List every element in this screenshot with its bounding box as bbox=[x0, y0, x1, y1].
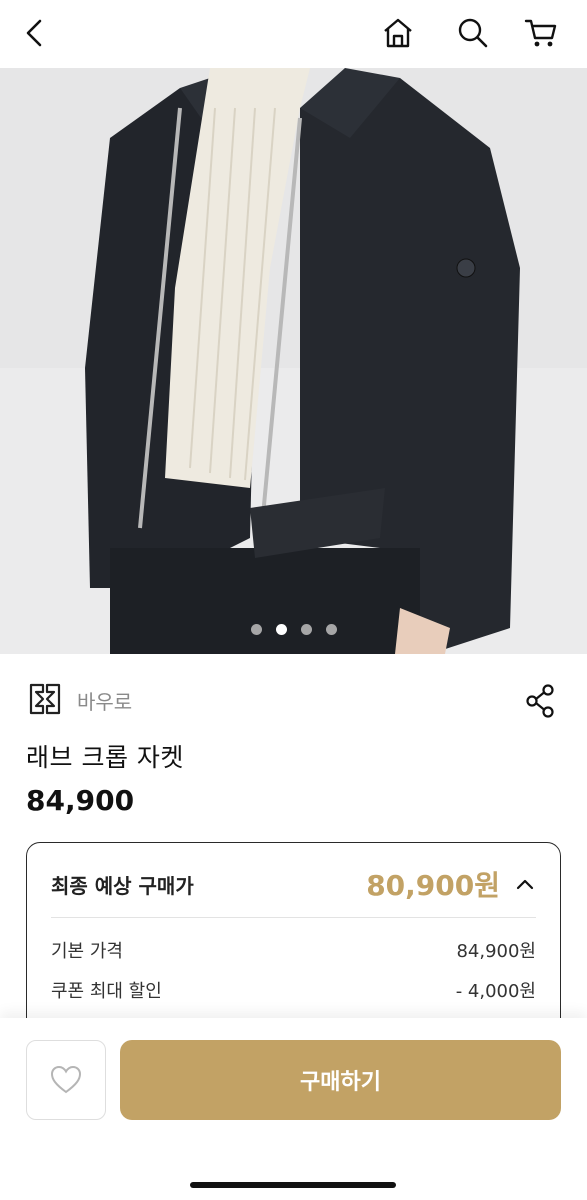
product-image-carousel[interactable] bbox=[0, 68, 587, 654]
home-button[interactable] bbox=[377, 12, 419, 54]
carousel-dot[interactable] bbox=[275, 624, 287, 635]
chevron-up-icon bbox=[516, 879, 534, 890]
search-button[interactable] bbox=[452, 12, 494, 54]
home-indicator bbox=[190, 1182, 396, 1188]
carousel-dot[interactable] bbox=[325, 624, 337, 635]
product-price: 84,900 bbox=[26, 784, 135, 817]
base-price-value: 84,900원 bbox=[456, 941, 536, 962]
final-price-label: 최종 예상 구매가 bbox=[51, 874, 194, 898]
collapse-toggle-button[interactable] bbox=[508, 867, 542, 901]
carousel-dot[interactable] bbox=[250, 624, 262, 635]
product-name: 래브 크롭 자켓 bbox=[26, 743, 184, 772]
product-detail-page: 바우로 래브 크롭 자켓 84,900 최종 예상 구매가 80,900원 기본… bbox=[0, 0, 587, 1200]
product-photo bbox=[0, 68, 587, 654]
brand-row[interactable]: 바우로 bbox=[0, 672, 587, 728]
search-icon bbox=[458, 18, 488, 48]
price-summary-card: 최종 예상 구매가 80,900원 기본 가격 84,900원 쿠폰 최대 할인… bbox=[26, 842, 561, 1042]
base-price-label: 기본 가격 bbox=[51, 941, 123, 962]
final-price-value: 80,900원 bbox=[366, 869, 500, 902]
coupon-discount-value: - 4,000원 bbox=[455, 981, 536, 1002]
divider bbox=[51, 917, 536, 918]
cart-button[interactable] bbox=[520, 12, 562, 54]
coupon-discount-label: 쿠폰 최대 할인 bbox=[51, 981, 162, 1002]
bottom-action-bar: 구매하기 bbox=[0, 1018, 587, 1200]
carousel-pagination bbox=[0, 624, 587, 635]
cart-icon bbox=[524, 19, 557, 47]
brand-name[interactable]: 바우로 bbox=[77, 686, 132, 715]
chevron-left-icon bbox=[26, 19, 42, 47]
carousel-dot[interactable] bbox=[300, 624, 312, 635]
heart-icon bbox=[50, 1065, 82, 1094]
brand-logo bbox=[29, 683, 61, 715]
home-icon bbox=[384, 18, 412, 48]
back-button[interactable] bbox=[14, 12, 56, 54]
share-button[interactable] bbox=[520, 680, 562, 722]
buy-button[interactable]: 구매하기 bbox=[120, 1040, 561, 1120]
wishlist-button[interactable] bbox=[26, 1040, 106, 1120]
top-navigation-bar bbox=[0, 0, 587, 68]
share-icon bbox=[526, 684, 554, 718]
